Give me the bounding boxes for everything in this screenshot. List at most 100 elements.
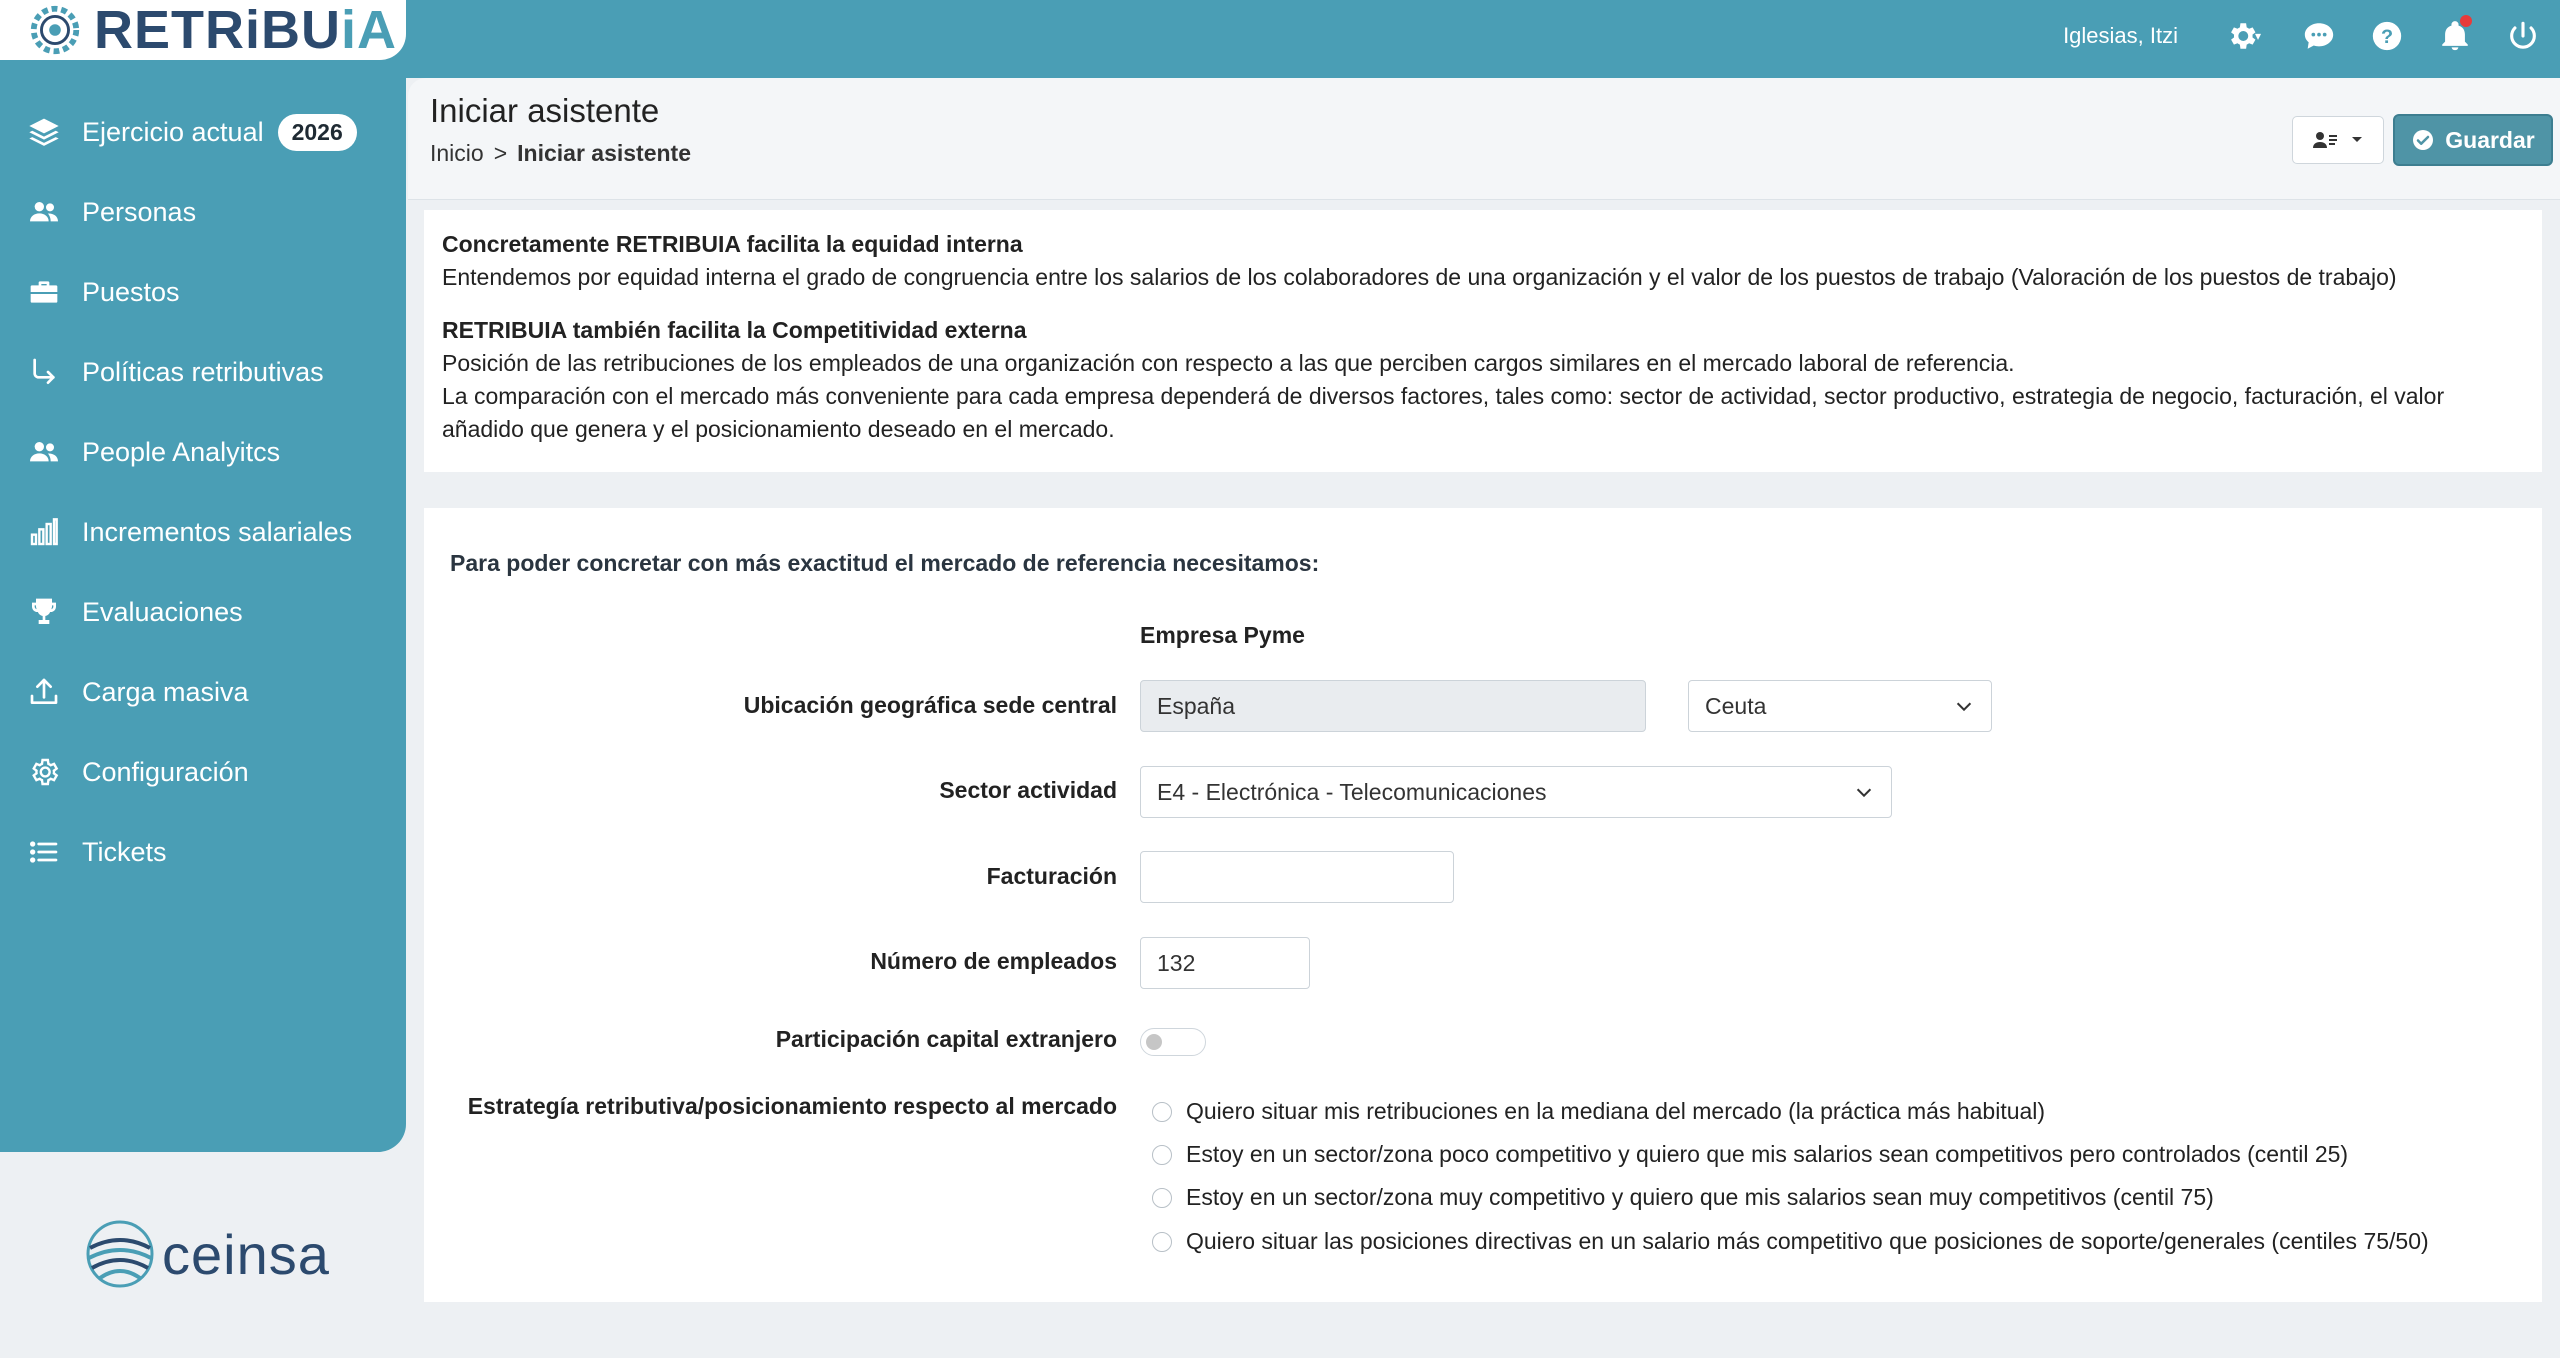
chevron-down-icon: ▾: [2254, 29, 2262, 43]
help-icon: ?: [2372, 21, 2402, 51]
sidebar-item-label: Incrementos salariales: [82, 516, 353, 547]
help-button[interactable]: ?: [2368, 17, 2406, 55]
strategy-option-label: Estoy en un sector/zona muy competitivo …: [1186, 1184, 2214, 1210]
gear-icon: [2231, 23, 2256, 49]
employees-input[interactable]: 132: [1140, 937, 1310, 989]
app-logo[interactable]: RETRiBUiA: [0, 0, 406, 60]
strategy-option-3[interactable]: Estoy en un sector/zona muy competitivo …: [1152, 1184, 2214, 1211]
form-intro: Para poder concretar con más exactitud e…: [450, 550, 1320, 576]
foreign-capital-toggle[interactable]: [1140, 1028, 1206, 1056]
sidebar: Ejercicio actual 2026 Personas Puestos P…: [0, 78, 406, 1152]
breadcrumb: Inicio > Iniciar asistente: [430, 140, 691, 167]
strategy-option-label: Quiero situar las posiciones directivas …: [1186, 1228, 2429, 1254]
region-select[interactable]: Ceuta: [1688, 680, 1992, 732]
arrow-turn-icon: [33, 358, 55, 384]
list-icon: [29, 841, 58, 863]
country-field: España: [1140, 680, 1646, 732]
sidebar-item-label: People Analyitcs: [82, 436, 281, 467]
logo-text: RETRiBUiA: [94, 3, 397, 57]
sidebar-item-configuracion[interactable]: Configuración: [0, 742, 406, 802]
form-card: Para poder concretar con más exactitud e…: [424, 508, 2542, 1302]
sidebar-item-label: Políticas retributivas: [82, 356, 324, 387]
chat-icon: [2304, 23, 2334, 49]
radio-button[interactable]: [1152, 1101, 1172, 1122]
logo-text-accent: iA: [341, 0, 397, 60]
ceinsa-globe-icon: [86, 1220, 154, 1288]
info-card: Concretamente RETRIBUIA facilita la equi…: [424, 210, 2542, 472]
user-card-dropdown[interactable]: [2292, 116, 2384, 164]
sidebar-item-label: Carga masiva: [82, 676, 249, 707]
sidebar-item-evaluaciones[interactable]: Evaluaciones: [0, 582, 406, 642]
info-text-comparison-cont: añadido que genera y el posicionamiento …: [442, 416, 1115, 442]
info-text-comparison: La comparación con el mercado más conven…: [442, 383, 2445, 409]
chat-button[interactable]: [2300, 17, 2338, 55]
check-circle-icon: [2413, 130, 2434, 150]
logo-text-main: RETRiBU: [94, 0, 341, 60]
info-heading-external: RETRIBUIA también facilita la Competitiv…: [442, 317, 1027, 343]
sidebar-item-puestos[interactable]: Puestos: [0, 262, 406, 322]
toggle-knob: [1146, 1034, 1162, 1050]
logout-button[interactable]: [2504, 17, 2542, 55]
sidebar-item-ejercicio-actual[interactable]: Ejercicio actual 2026: [0, 102, 406, 162]
radio-button[interactable]: [1152, 1144, 1172, 1165]
radio-button[interactable]: [1152, 1231, 1172, 1252]
sidebar-item-personas[interactable]: Personas: [0, 182, 406, 242]
info-text-external: Posición de las retribuciones de los emp…: [442, 350, 2015, 376]
strategy-option-label: Estoy en un sector/zona poco competitivo…: [1186, 1141, 2349, 1167]
upload-icon: [30, 678, 58, 704]
briefcase-icon: [30, 281, 58, 303]
radio-button[interactable]: [1152, 1187, 1172, 1208]
sidebar-item-label: Tickets: [82, 836, 167, 867]
page-header: Iniciar asistente Inicio > Iniciar asisten…: [408, 78, 2560, 200]
sidebar-item-politicas-retributivas[interactable]: Políticas retributivas: [0, 342, 406, 402]
sidebar-item-carga-masiva[interactable]: Carga masiva: [0, 662, 406, 722]
top-actions: Iglesias, Itzi ▾ ?: [2063, 0, 2542, 72]
breadcrumb-home[interactable]: Inicio: [430, 140, 484, 166]
notification-dot: [2460, 15, 2472, 27]
sector-select[interactable]: E4 - Electrónica - Telecomunicaciones: [1140, 766, 1892, 818]
bar-chart-icon: [30, 518, 58, 546]
region-select-value: Ceuta: [1705, 692, 1767, 719]
save-button[interactable]: Guardar: [2393, 114, 2553, 166]
user-card-icon: [2313, 132, 2337, 148]
trophy-icon: [32, 598, 56, 624]
logo-gear-icon: [30, 5, 80, 55]
employees-label: Número de empleados: [870, 948, 1117, 974]
strategy-option-1[interactable]: Quiero situar mis retribuciones en la me…: [1152, 1098, 2045, 1125]
foreign-capital-label: Participación capital extranjero: [775, 1026, 1117, 1052]
sidebar-item-people-analytics[interactable]: People Analyitcs: [0, 422, 406, 482]
user-name[interactable]: Iglesias, Itzi: [2063, 23, 2178, 49]
revenue-input[interactable]: [1140, 851, 1454, 903]
breadcrumb-separator: >: [493, 140, 508, 166]
strategy-option-2[interactable]: Estoy en un sector/zona poco competitivo…: [1152, 1141, 2348, 1168]
chevron-down-icon: [1856, 788, 1872, 798]
strategy-option-4[interactable]: Quiero situar las posiciones directivas …: [1152, 1228, 2429, 1255]
layers-icon: [29, 118, 59, 146]
caret-down-icon: [2352, 137, 2362, 142]
location-label: Ubicación geográfica sede central: [743, 692, 1117, 718]
sector-select-value: E4 - Electrónica - Telecomunicaciones: [1157, 778, 1547, 805]
sidebar-item-incrementos-salariales[interactable]: Incrementos salariales: [0, 502, 406, 562]
info-heading-internal: Concretamente RETRIBUIA facilita la equi…: [442, 231, 1023, 257]
sidebar-item-label: Puestos: [82, 276, 180, 307]
sidebar-item-tickets[interactable]: Tickets: [0, 822, 406, 882]
sector-label: Sector actividad: [939, 777, 1117, 803]
strategy-option-label: Quiero situar mis retribuciones en la me…: [1186, 1098, 2046, 1124]
info-text-internal: Entendemos por equidad interna el grado …: [442, 264, 2397, 290]
power-icon: [2510, 21, 2536, 49]
svg-text:?: ?: [2381, 26, 2393, 48]
page-title: Iniciar asistente: [430, 92, 660, 129]
company-type: Empresa Pyme: [1140, 622, 1305, 648]
top-bar: RETRiBUiA Iglesias, Itzi ▾ ?: [0, 0, 2560, 78]
users-icon: [30, 442, 58, 462]
users-icon: [30, 202, 58, 222]
ceinsa-wordmark: ceinsa: [162, 1222, 330, 1286]
save-button-label: Guardar: [2445, 126, 2535, 153]
settings-menu[interactable]: ▾: [2216, 17, 2270, 55]
sidebar-item-label: Configuración: [82, 756, 249, 787]
sidebar-item-label: Evaluaciones: [82, 596, 243, 627]
chevron-down-icon: [1956, 702, 1972, 712]
notifications-button[interactable]: [2436, 15, 2474, 55]
sidebar-item-label: Ejercicio actual: [82, 116, 264, 147]
ceinsa-logo: ceinsa: [84, 1218, 330, 1290]
